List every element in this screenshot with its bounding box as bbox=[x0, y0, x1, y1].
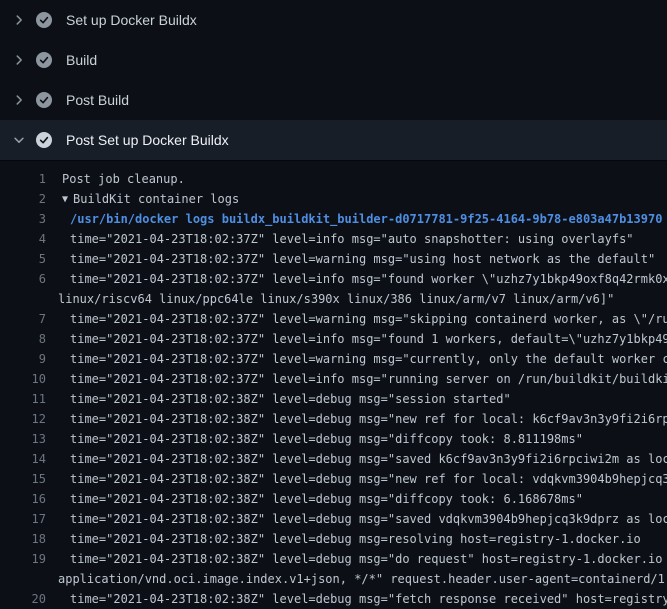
check-circle-icon bbox=[36, 12, 52, 28]
log-text: time="2021-04-23T18:02:37Z" level=info m… bbox=[46, 269, 667, 289]
line-number[interactable]: 3 bbox=[0, 209, 46, 229]
log-text: time="2021-04-23T18:02:37Z" level=warnin… bbox=[46, 249, 655, 269]
line-number[interactable]: 4 bbox=[0, 229, 46, 249]
log-line: 18time="2021-04-23T18:02:38Z" level=debu… bbox=[0, 529, 667, 549]
log-text: time="2021-04-23T18:02:38Z" level=debug … bbox=[46, 429, 583, 449]
log-line: 20time="2021-04-23T18:02:38Z" level=debu… bbox=[0, 589, 667, 609]
line-number[interactable]: 2 bbox=[0, 189, 46, 209]
line-number[interactable]: 19 bbox=[0, 549, 46, 569]
line-number[interactable]: 17 bbox=[0, 509, 46, 529]
log-line: 3/usr/bin/docker logs buildx_buildkit_bu… bbox=[0, 209, 667, 229]
log-line: 8time="2021-04-23T18:02:37Z" level=info … bbox=[0, 329, 667, 349]
chevron-right-icon[interactable] bbox=[10, 53, 28, 67]
log-line: application/vnd.oci.image.index.v1+json,… bbox=[0, 569, 667, 589]
log-text: linux/riscv64 linux/ppc64le linux/s390x … bbox=[0, 289, 614, 309]
log-line: 19time="2021-04-23T18:02:38Z" level=debu… bbox=[0, 549, 667, 569]
step-row[interactable]: Set up Docker Buildx bbox=[0, 0, 667, 40]
log-text[interactable]: ▼ BuildKit container logs bbox=[46, 189, 239, 209]
log-text: time="2021-04-23T18:02:37Z" level=warnin… bbox=[46, 309, 667, 329]
log-text: time="2021-04-23T18:02:38Z" level=debug … bbox=[46, 409, 667, 429]
check-circle-icon bbox=[36, 52, 52, 68]
log-text: time="2021-04-23T18:02:38Z" level=debug … bbox=[46, 389, 511, 409]
step-title: Post Build bbox=[66, 92, 129, 108]
log-line: 1Post job cleanup. bbox=[0, 169, 667, 189]
step-title: Set up Docker Buildx bbox=[66, 12, 197, 28]
log-text: time="2021-04-23T18:02:38Z" level=debug … bbox=[46, 589, 667, 609]
line-number[interactable]: 1 bbox=[0, 169, 46, 189]
line-number[interactable]: 9 bbox=[0, 349, 46, 369]
log-line: 4time="2021-04-23T18:02:37Z" level=info … bbox=[0, 229, 667, 249]
log-line: 15time="2021-04-23T18:02:38Z" level=debu… bbox=[0, 469, 667, 489]
steps-list: Set up Docker Buildx Build Post Build Post … bbox=[0, 0, 667, 161]
step-row[interactable]: Post Set up Docker Buildx bbox=[0, 120, 667, 161]
log-text: time="2021-04-23T18:02:38Z" level=debug … bbox=[46, 549, 667, 569]
log-text: time="2021-04-23T18:02:38Z" level=debug … bbox=[46, 529, 641, 549]
line-number[interactable]: 18 bbox=[0, 529, 46, 549]
log-line: 16time="2021-04-23T18:02:38Z" level=debu… bbox=[0, 489, 667, 509]
collapse-triangle-icon[interactable]: ▼ bbox=[62, 190, 68, 209]
line-number[interactable]: 14 bbox=[0, 449, 46, 469]
log-text: time="2021-04-23T18:02:37Z" level=warnin… bbox=[46, 349, 667, 369]
log-group-label: BuildKit container logs bbox=[73, 192, 239, 206]
log-text: application/vnd.oci.image.index.v1+json,… bbox=[0, 569, 667, 589]
check-circle-icon bbox=[36, 132, 52, 148]
log-text: time="2021-04-23T18:02:37Z" level=info m… bbox=[46, 229, 634, 249]
line-number[interactable]: 8 bbox=[0, 329, 46, 349]
log-line: 7time="2021-04-23T18:02:37Z" level=warni… bbox=[0, 309, 667, 329]
log-line: 5time="2021-04-23T18:02:37Z" level=warni… bbox=[0, 249, 667, 269]
line-number[interactable]: 15 bbox=[0, 469, 46, 489]
line-number[interactable]: 11 bbox=[0, 389, 46, 409]
log-text: time="2021-04-23T18:02:38Z" level=debug … bbox=[46, 489, 583, 509]
log-line: 10time="2021-04-23T18:02:37Z" level=info… bbox=[0, 369, 667, 389]
chevron-down-icon[interactable] bbox=[10, 133, 28, 147]
log-text: time="2021-04-23T18:02:38Z" level=debug … bbox=[46, 469, 667, 489]
check-circle-icon bbox=[36, 92, 52, 108]
log-line: 12time="2021-04-23T18:02:38Z" level=debu… bbox=[0, 409, 667, 429]
log-line: 14time="2021-04-23T18:02:38Z" level=debu… bbox=[0, 449, 667, 469]
log-line: 2 ▼ BuildKit container logs bbox=[0, 189, 667, 209]
log-line: 11time="2021-04-23T18:02:38Z" level=debu… bbox=[0, 389, 667, 409]
log-text: time="2021-04-23T18:02:37Z" level=info m… bbox=[46, 369, 667, 389]
log-text: /usr/bin/docker logs buildx_buildkit_bui… bbox=[46, 209, 662, 229]
log-output: 1Post job cleanup.2 ▼ BuildKit container l… bbox=[0, 161, 667, 609]
log-text: Post job cleanup. bbox=[46, 169, 185, 189]
log-line: 13time="2021-04-23T18:02:38Z" level=debu… bbox=[0, 429, 667, 449]
line-number[interactable]: 20 bbox=[0, 589, 46, 609]
step-row[interactable]: Build bbox=[0, 40, 667, 80]
chevron-right-icon[interactable] bbox=[10, 93, 28, 107]
log-text: time="2021-04-23T18:02:38Z" level=debug … bbox=[46, 449, 667, 469]
log-text: time="2021-04-23T18:02:38Z" level=debug … bbox=[46, 509, 667, 529]
step-row[interactable]: Post Build bbox=[0, 80, 667, 120]
line-number[interactable]: 10 bbox=[0, 369, 46, 389]
log-line: 6time="2021-04-23T18:02:37Z" level=info … bbox=[0, 269, 667, 289]
workflow-log-panel: Set up Docker Buildx Build Post Build Post … bbox=[0, 0, 667, 609]
line-number[interactable]: 6 bbox=[0, 269, 46, 289]
line-number[interactable]: 13 bbox=[0, 429, 46, 449]
step-title: Build bbox=[66, 52, 97, 68]
log-line: 17time="2021-04-23T18:02:38Z" level=debu… bbox=[0, 509, 667, 529]
line-number[interactable]: 12 bbox=[0, 409, 46, 429]
line-number[interactable]: 16 bbox=[0, 489, 46, 509]
log-line: linux/riscv64 linux/ppc64le linux/s390x … bbox=[0, 289, 667, 309]
log-text: time="2021-04-23T18:02:37Z" level=info m… bbox=[46, 329, 667, 349]
step-title: Post Set up Docker Buildx bbox=[66, 132, 229, 148]
log-line: 9time="2021-04-23T18:02:37Z" level=warni… bbox=[0, 349, 667, 369]
chevron-right-icon[interactable] bbox=[10, 13, 28, 27]
line-number[interactable]: 7 bbox=[0, 309, 46, 329]
line-number[interactable]: 5 bbox=[0, 249, 46, 269]
